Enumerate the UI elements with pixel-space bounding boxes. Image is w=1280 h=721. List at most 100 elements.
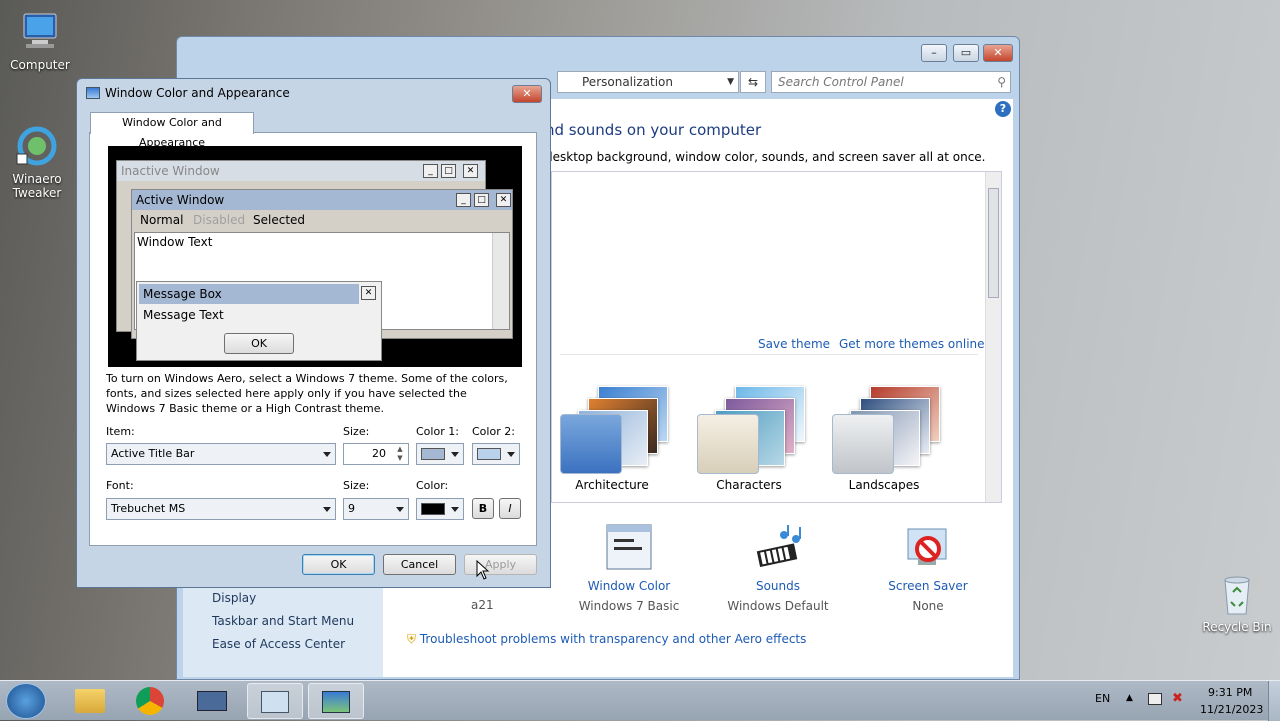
recycle-bin-desktop-icon[interactable]: Recycle Bin bbox=[1197, 572, 1277, 634]
nav-link-ease-of-access[interactable]: Ease of Access Center bbox=[212, 637, 345, 651]
dialog-app-icon bbox=[86, 87, 100, 99]
menu-normal: Normal bbox=[140, 213, 184, 227]
inactive-min-icon: _ bbox=[423, 164, 438, 178]
show-desktop-button[interactable] bbox=[1268, 681, 1280, 721]
theme-list-scrollbar[interactable] bbox=[985, 172, 1001, 502]
scroll-thumb[interactable] bbox=[988, 188, 999, 298]
sounds-icon bbox=[754, 523, 802, 571]
volume-muted-icon[interactable]: ✖ bbox=[1172, 691, 1183, 706]
bold-toggle[interactable]: B bbox=[472, 498, 494, 519]
address-dropdown-icon[interactable]: ▼ bbox=[727, 72, 734, 92]
tweaker-label: Winaero Tweaker bbox=[12, 172, 62, 200]
taskbar-chrome[interactable] bbox=[122, 683, 178, 719]
appearance-preview[interactable]: Inactive Window _ □ ✕ Active Window _ □ … bbox=[108, 146, 522, 367]
characters-thumbnail bbox=[689, 382, 809, 474]
window-color-dialog: Window Color and Appearance ✕ Window Col… bbox=[76, 78, 551, 588]
maximize-button[interactable]: ▭ bbox=[953, 44, 979, 62]
preview-scrollbar bbox=[492, 233, 509, 329]
nav-link-taskbar[interactable]: Taskbar and Start Menu bbox=[212, 614, 354, 628]
recycle-bin-icon bbox=[1215, 572, 1259, 616]
dialog-close-button[interactable]: ✕ bbox=[512, 85, 542, 103]
theme-list[interactable]: Save theme Get more themes online Archit… bbox=[551, 171, 1002, 503]
troubleshoot-link[interactable]: ⛨ Troubleshoot problems with transparenc… bbox=[407, 632, 806, 647]
window-color-label[interactable]: Window Color bbox=[569, 579, 689, 593]
font-color-swatch bbox=[421, 503, 445, 515]
save-theme-link[interactable]: Save theme bbox=[758, 337, 830, 351]
active-close-icon: ✕ bbox=[496, 193, 511, 207]
screen-saver-value: None bbox=[912, 599, 944, 613]
clock-date[interactable]: 11/21/2023 bbox=[1200, 703, 1263, 716]
color1-swatch bbox=[421, 448, 445, 460]
font-color-picker[interactable] bbox=[416, 498, 464, 520]
search-icon: ⚲ bbox=[997, 75, 1006, 89]
address-bar[interactable]: Personalization ▼ bbox=[557, 71, 739, 93]
clock-time[interactable]: 9:31 PM bbox=[1208, 686, 1252, 699]
font-color-label: Color: bbox=[416, 479, 449, 492]
inactive-max-icon: □ bbox=[441, 164, 456, 178]
search-placeholder: Search Control Panel bbox=[778, 75, 904, 89]
network-icon[interactable] bbox=[1148, 693, 1162, 705]
menu-disabled: Disabled bbox=[193, 213, 246, 227]
winaero-tweaker-desktop-icon[interactable]: Winaero Tweaker bbox=[0, 124, 77, 200]
taskbar-explorer[interactable] bbox=[62, 683, 118, 719]
preview-ok-button: OK bbox=[224, 333, 294, 354]
tab-window-color[interactable]: Window Color and Appearance bbox=[90, 112, 254, 149]
ok-button[interactable]: OK bbox=[302, 554, 375, 575]
theme-architecture[interactable]: Architecture bbox=[552, 382, 672, 492]
active-min-icon: _ bbox=[456, 193, 471, 207]
size-value: 20 bbox=[372, 447, 386, 460]
start-button[interactable] bbox=[6, 683, 46, 719]
taskbar-onscreen-keyboard[interactable] bbox=[184, 683, 240, 719]
search-input[interactable]: Search Control Panel ⚲ bbox=[771, 71, 1011, 93]
architecture-thumbnail bbox=[552, 382, 672, 474]
size-spinner[interactable]: 20 ▲ ▼ bbox=[343, 443, 409, 465]
refresh-button[interactable]: ⇆ bbox=[740, 71, 766, 93]
theme-characters[interactable]: Characters bbox=[689, 382, 809, 492]
font-size-label: Size: bbox=[343, 479, 370, 492]
apply-button[interactable]: Apply bbox=[464, 554, 537, 575]
font-size-value: 9 bbox=[348, 502, 355, 515]
theme-label: Landscapes bbox=[848, 478, 920, 492]
folder-icon bbox=[75, 689, 105, 713]
font-select[interactable]: Trebuchet MS bbox=[106, 498, 336, 520]
theme-label: Characters bbox=[716, 478, 782, 492]
language-indicator[interactable]: EN bbox=[1095, 692, 1110, 705]
msgbox-title: Message Box bbox=[139, 284, 359, 304]
tray-expand-icon[interactable]: ▲ bbox=[1126, 693, 1133, 703]
window-color-value: Windows 7 Basic bbox=[578, 599, 680, 613]
preview-message-box[interactable]: Message Box ✕ Message Text OK bbox=[136, 281, 382, 361]
dialog-panel: Inactive Window _ □ ✕ Active Window _ □ … bbox=[89, 132, 537, 546]
item-value: Active Title Bar bbox=[111, 447, 195, 460]
spinner-arrows-icon[interactable]: ▲ ▼ bbox=[393, 445, 407, 463]
sounds-label[interactable]: Sounds bbox=[718, 579, 838, 593]
breadcrumb[interactable]: Personalization bbox=[564, 75, 673, 89]
theme-landscapes[interactable]: Landscapes bbox=[824, 382, 944, 492]
cancel-button[interactable]: Cancel bbox=[383, 554, 456, 575]
screen-saver-item[interactable]: Screen Saver None bbox=[868, 523, 988, 613]
help-icon[interactable]: ? bbox=[995, 101, 1011, 117]
aero-info-text: To turn on Windows Aero, select a Window… bbox=[106, 372, 508, 415]
chevron-down-icon bbox=[451, 452, 459, 457]
screen-saver-icon bbox=[904, 523, 952, 571]
nav-link-display[interactable]: Display bbox=[212, 591, 256, 605]
sounds-item[interactable]: Sounds Windows Default bbox=[718, 523, 838, 613]
taskbar-window-color[interactable] bbox=[308, 683, 364, 719]
chevron-down-icon bbox=[396, 507, 404, 512]
close-button[interactable]: ✕ bbox=[983, 44, 1013, 62]
get-more-themes-link[interactable]: Get more themes online bbox=[839, 337, 985, 351]
screen-saver-label[interactable]: Screen Saver bbox=[868, 579, 988, 593]
italic-toggle[interactable]: I bbox=[499, 498, 521, 519]
color1-picker[interactable] bbox=[416, 443, 464, 465]
taskbar-control-panel[interactable] bbox=[247, 683, 303, 719]
color2-picker[interactable] bbox=[472, 443, 520, 465]
chevron-down-icon bbox=[323, 507, 331, 512]
font-size-select[interactable]: 9 bbox=[343, 498, 409, 520]
minimize-button[interactable]: – bbox=[921, 44, 947, 62]
troubleshoot-label[interactable]: Troubleshoot problems with transparency … bbox=[420, 632, 807, 646]
item-select[interactable]: Active Title Bar bbox=[106, 443, 336, 465]
computer-desktop-icon[interactable]: Computer bbox=[0, 10, 80, 72]
window-text: Window Text bbox=[137, 235, 213, 249]
chrome-icon bbox=[136, 687, 164, 715]
sounds-value: Windows Default bbox=[727, 599, 829, 613]
window-color-item[interactable]: Window Color Windows 7 Basic bbox=[569, 523, 689, 613]
